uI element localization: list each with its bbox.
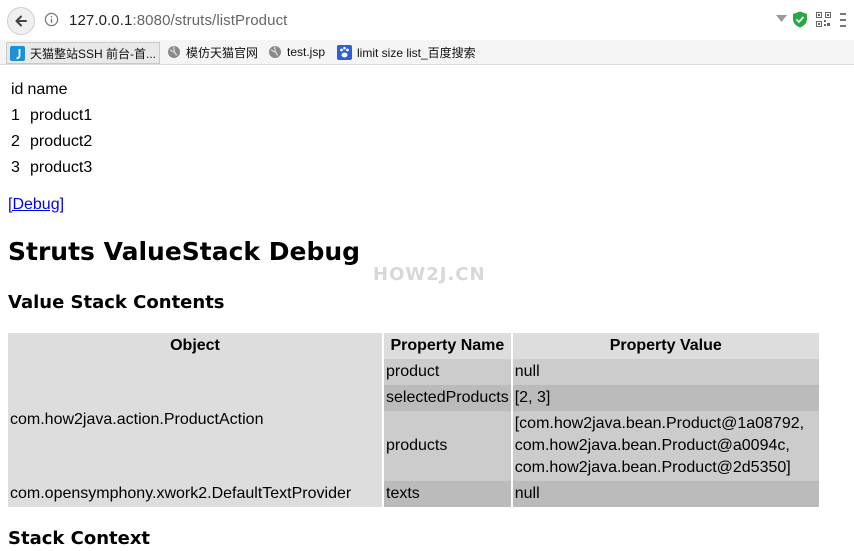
property-value: null bbox=[512, 359, 819, 385]
product-id: 1 bbox=[11, 107, 20, 124]
info-icon[interactable] bbox=[44, 12, 59, 27]
object-name: com.opensymphony.xwork2.DefaultTextProvi… bbox=[8, 481, 382, 507]
bookmark-item[interactable]: 模仿天猫官网 bbox=[167, 42, 258, 62]
globe-icon bbox=[168, 46, 180, 58]
property-value-line: com.how2java.bean.Product@a0094c, bbox=[514, 437, 790, 454]
property-value-line: com.how2java.bean.Product@2d5350] bbox=[514, 459, 791, 476]
col-property-name: Property Name bbox=[384, 333, 511, 359]
property-name: selectedProducts bbox=[384, 385, 511, 411]
more-vertical-icon[interactable] bbox=[838, 12, 848, 28]
value-stack-table: Object Property Name Property Value com.… bbox=[6, 333, 821, 507]
property-value: null bbox=[512, 481, 819, 507]
bookmark-label: 天猫整站SSH 前台-首... bbox=[30, 46, 157, 61]
property-name: product bbox=[384, 359, 511, 385]
list-item: 2 product2 bbox=[11, 129, 92, 155]
property-value-line: [com.how2java.bean.Product@1a08792, bbox=[514, 415, 805, 432]
stack-context-heading: Stack Context bbox=[8, 528, 151, 549]
arrow-left-icon bbox=[15, 15, 27, 27]
baidu-paw-icon bbox=[337, 44, 352, 60]
list-item: 3 product3 bbox=[11, 155, 92, 181]
col-object: Object bbox=[8, 333, 382, 359]
globe-icon bbox=[269, 46, 281, 58]
product-name: product1 bbox=[30, 107, 93, 124]
address-bar: 127.0.0.1:8080/struts/listProduct bbox=[0, 0, 854, 41]
value-stack-heading: Value Stack Contents bbox=[8, 292, 225, 313]
watermark: HOW2J.CN bbox=[373, 264, 486, 285]
property-name: texts bbox=[384, 481, 511, 507]
table-row: com.how2java.action.ProductAction produc… bbox=[8, 359, 819, 481]
debug-title: Struts ValueStack Debug bbox=[8, 237, 361, 266]
product-name: product2 bbox=[30, 133, 93, 150]
bookmark-label: 模仿天猫官网 bbox=[186, 45, 259, 60]
bookmark-label: test.jsp bbox=[287, 45, 326, 59]
object-name: com.how2java.action.ProductAction bbox=[8, 359, 382, 481]
property-name: products bbox=[384, 411, 511, 481]
product-id: 3 bbox=[11, 159, 20, 176]
debug-link[interactable]: [Debug] bbox=[8, 196, 64, 214]
product-id: 2 bbox=[11, 133, 20, 150]
chevron-down-icon[interactable] bbox=[776, 15, 787, 23]
col-property-value: Property Value bbox=[512, 333, 819, 359]
bookmark-label: limit size list_百度搜索 bbox=[357, 45, 476, 60]
name-header: name bbox=[27, 81, 68, 98]
url-field[interactable]: 127.0.0.1:8080/struts/listProduct bbox=[69, 12, 287, 29]
property-value: [2, 3] bbox=[512, 385, 819, 411]
id-header: id bbox=[11, 81, 24, 98]
bookmark-item[interactable]: limit size list_百度搜索 bbox=[337, 42, 476, 62]
j-icon bbox=[10, 45, 25, 61]
list-item: 1 product1 bbox=[11, 103, 92, 129]
qr-code-icon[interactable] bbox=[816, 12, 831, 27]
bookmarks-bar: 天猫整站SSH 前台-首... 模仿天猫官网 test.jsp limit si… bbox=[0, 40, 854, 65]
url-path: :8080/struts/listProduct bbox=[132, 12, 288, 29]
bookmark-item[interactable]: 天猫整站SSH 前台-首... bbox=[6, 42, 161, 64]
product-name: product3 bbox=[30, 159, 93, 176]
shield-icon[interactable] bbox=[792, 11, 808, 28]
table-header-row: Object Property Name Property Value bbox=[8, 333, 819, 359]
product-list: id name 1 product1 2 product2 3 product3 bbox=[11, 77, 92, 181]
url-host: 127.0.0.1 bbox=[69, 12, 133, 29]
property-value: [com.how2java.bean.Product@1a08792, com.… bbox=[512, 411, 819, 481]
bookmark-item[interactable]: test.jsp bbox=[268, 42, 325, 62]
product-list-header: id name bbox=[11, 77, 92, 103]
table-row: com.opensymphony.xwork2.DefaultTextProvi… bbox=[8, 481, 819, 507]
back-button[interactable] bbox=[7, 7, 35, 35]
